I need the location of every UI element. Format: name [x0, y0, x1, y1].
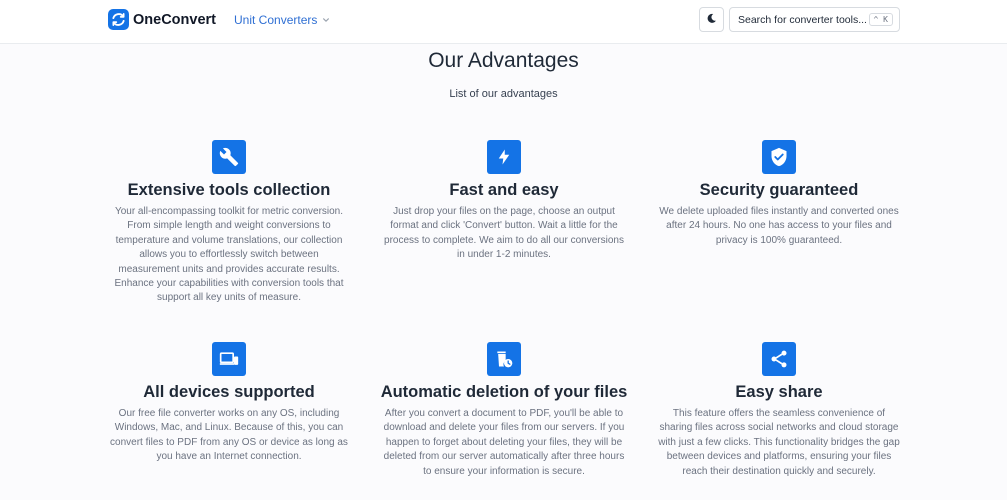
feature-description: After you convert a document to PDF, you…	[383, 408, 625, 477]
feature-title: Security guaranteed	[699, 181, 859, 199]
feature-title: Extensive tools collection	[127, 181, 331, 199]
moon-icon	[706, 11, 717, 29]
feature-card-security: Security guaranteed We delete uploaded f…	[649, 140, 909, 248]
feature-description: This feature offers the seamless conveni…	[658, 408, 900, 477]
section-subtitle: List of our advantages	[449, 88, 558, 100]
devices-icon	[212, 342, 246, 376]
navbar: OneConvert Unit Converters Search for co…	[0, 0, 1007, 44]
feature-title: All devices supported	[143, 383, 315, 401]
section-title: Our Advantages	[428, 49, 579, 72]
feature-title: Fast and easy	[449, 181, 559, 199]
search-label: Search for converter tools...	[738, 13, 867, 26]
theme-toggle-button[interactable]	[699, 7, 724, 32]
unit-converters-label: Unit Converters	[234, 13, 318, 27]
feature-card-share: Easy share This feature offers the seaml…	[649, 342, 909, 479]
feature-title: Easy share	[735, 383, 823, 401]
trash-clock-icon	[487, 342, 521, 376]
brand-name: OneConvert	[133, 11, 216, 28]
feature-card-tools: Extensive tools collection Your all-enco…	[99, 140, 359, 306]
wrench-icon	[212, 140, 246, 174]
feature-description: Just drop your files on the page, choose…	[384, 206, 624, 261]
feature-description: Your all-encompassing toolkit for metric…	[114, 206, 344, 304]
feature-title: Automatic deletion of your files	[380, 383, 628, 401]
feature-card-fast: Fast and easy Just drop your files on th…	[374, 140, 634, 263]
search-button[interactable]: Search for converter tools... ^ K	[729, 7, 900, 32]
shield-check-icon	[762, 140, 796, 174]
feature-description: Our free file converter works on any OS,…	[110, 408, 348, 463]
lightning-icon	[487, 140, 521, 174]
unit-converters-dropdown[interactable]: Unit Converters	[234, 13, 330, 27]
brand-logo-link[interactable]: OneConvert	[108, 9, 216, 30]
feature-description: We delete uploaded files instantly and c…	[659, 206, 899, 246]
chevron-down-icon	[322, 13, 330, 27]
share-icon	[762, 342, 796, 376]
search-shortcut: ^ K	[868, 13, 893, 26]
refresh-logo-icon	[108, 9, 129, 30]
feature-card-devices: All devices supported Our free file conv…	[99, 342, 359, 465]
feature-card-deletion: Automatic deletion of your files After y…	[374, 342, 634, 479]
